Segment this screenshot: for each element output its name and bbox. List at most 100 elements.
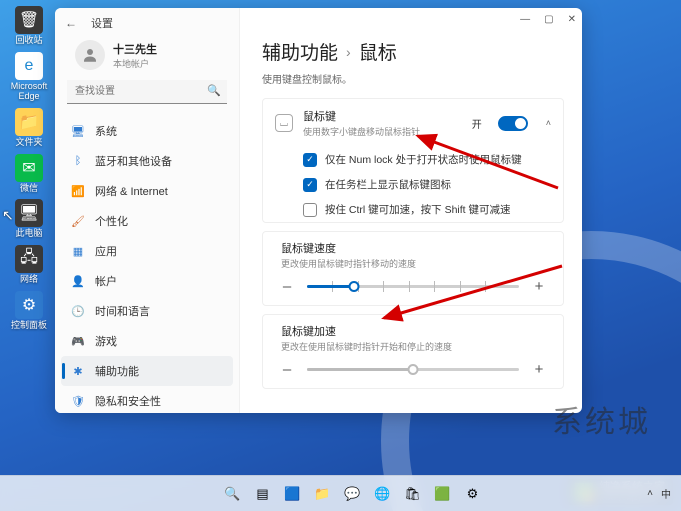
desktop-icon-label: Microsoft Edge bbox=[6, 82, 52, 102]
sidebar-item-1[interactable]: ᛒ蓝牙和其他设备 bbox=[61, 146, 233, 176]
sidebar-item-5[interactable]: 👤 帐户 bbox=[61, 266, 233, 296]
chevron-right-icon: › bbox=[346, 44, 351, 60]
taskbar: 🔍 ▤ 🟦 📁 💬 🌐 🛍 🟩 ⚙ ˄ 中 bbox=[0, 475, 681, 511]
edge-icon[interactable]: 🌐 bbox=[371, 482, 395, 506]
start-button[interactable] bbox=[197, 485, 215, 503]
desktop-icon-label: 控制面板 bbox=[6, 321, 52, 331]
page-subtitle: 使用键盘控制鼠标。 bbox=[262, 71, 564, 86]
nav-icon: 🖌 bbox=[71, 215, 85, 228]
breadcrumb-parent[interactable]: 辅助功能 bbox=[262, 38, 338, 65]
widgets-icon[interactable]: 🟦 bbox=[281, 482, 305, 506]
desktop-glyph-icon: 📁 bbox=[15, 108, 43, 136]
mouse-keys-card: ⌴ 鼠标键 使用数字小键盘移动鼠标指针 开 ˄ ✓仅在 Num lock 处于打… bbox=[262, 98, 564, 223]
breadcrumb-current: 鼠标 bbox=[359, 38, 397, 65]
desktop-icon-label: 文件夹 bbox=[6, 138, 52, 148]
search-icon[interactable]: 🔍 bbox=[207, 84, 221, 97]
desktop-glyph-icon: e bbox=[15, 52, 43, 80]
app-title: 设置 bbox=[91, 15, 113, 31]
accel-title: 鼠标键加速 bbox=[281, 323, 545, 339]
desktop-glyph-icon: ⚙ bbox=[15, 291, 43, 319]
option-label: 仅在 Num lock 处于打开状态时使用鼠标键 bbox=[325, 152, 522, 167]
option-label: 按住 Ctrl 键可加速，按下 Shift 键可减速 bbox=[325, 202, 511, 217]
sidebar: ← 设置 十三先生 本地帐户 🔍 🖥系统ᛒ蓝牙和其他设备 📶 网络 & Intern… bbox=[55, 8, 240, 413]
desktop-glyph-icon: 🖥 bbox=[15, 199, 43, 227]
task-view-icon[interactable]: ▤ bbox=[251, 482, 275, 506]
mouse-keys-title: 鼠标键 bbox=[303, 108, 462, 124]
window-controls: — ▢ ✕ bbox=[520, 14, 576, 25]
desktop-icon-0[interactable]: 🗑 回收站 bbox=[6, 6, 52, 46]
sidebar-item-3[interactable]: 🖌 个性化 bbox=[61, 206, 233, 236]
mouse-keys-option-0[interactable]: ✓ 仅在 Num lock 处于打开状态时使用鼠标键 bbox=[263, 147, 563, 172]
speed-slider[interactable] bbox=[307, 285, 519, 288]
nav-label: 隐私和安全性 bbox=[95, 393, 161, 409]
profile-name: 十三先生 bbox=[113, 41, 157, 57]
nav-icon: ✱ bbox=[71, 365, 85, 378]
nav-icon: 📶 bbox=[71, 185, 85, 198]
pinned-app-icon[interactable]: 🟩 bbox=[431, 482, 455, 506]
desktop-icon-label: 回收站 bbox=[6, 36, 52, 46]
sidebar-item-7[interactable]: 🎮游戏 bbox=[61, 326, 233, 356]
desktop-glyph-icon: 🖧 bbox=[15, 245, 43, 273]
mouse-icon: ⌴ bbox=[275, 114, 293, 132]
desktop-icon-5[interactable]: 🖧 网络 bbox=[6, 245, 52, 285]
expand-chevron-icon[interactable]: ˄ bbox=[546, 118, 551, 128]
nav-list: 🖥系统ᛒ蓝牙和其他设备 📶 网络 & Internet 🖌 个性化 ▦应用 👤 帐户 🕒时间和语… bbox=[55, 114, 239, 413]
mouse-keys-option-2[interactable]: 按住 Ctrl 键可加速，按下 Shift 键可减速 bbox=[263, 197, 563, 222]
toggle-state-label: 开 bbox=[472, 116, 482, 131]
search-box: 🔍 bbox=[67, 80, 227, 104]
system-tray: ˄ 中 bbox=[647, 486, 671, 501]
back-button[interactable]: ← bbox=[65, 16, 77, 30]
tray-ime[interactable]: 中 bbox=[661, 486, 671, 501]
profile[interactable]: 十三先生 本地帐户 bbox=[55, 38, 239, 80]
explorer-icon[interactable]: 📁 bbox=[311, 482, 335, 506]
accel-decrease-button[interactable]: – bbox=[281, 361, 293, 378]
checkbox-icon[interactable] bbox=[303, 203, 317, 217]
desktop-icon-1[interactable]: eMicrosoft Edge bbox=[6, 52, 52, 102]
close-button[interactable]: ✕ bbox=[568, 14, 576, 25]
nav-label: 帐户 bbox=[95, 273, 117, 289]
nav-label: 蓝牙和其他设备 bbox=[95, 153, 172, 169]
avatar bbox=[75, 40, 105, 70]
desktop-icon-2[interactable]: 📁 文件夹 bbox=[6, 108, 52, 148]
settings-taskbar-icon[interactable]: ⚙ bbox=[461, 482, 485, 506]
profile-account: 本地帐户 bbox=[113, 57, 157, 70]
maximize-button[interactable]: ▢ bbox=[544, 14, 553, 25]
desktop-icon-3[interactable]: ✉ 微信 bbox=[6, 154, 52, 194]
sidebar-item-6[interactable]: 🕒时间和语言 bbox=[61, 296, 233, 326]
sidebar-item-0[interactable]: 🖥系统 bbox=[61, 116, 233, 146]
sidebar-item-9[interactable]: 🛡 隐私和安全性 bbox=[61, 386, 233, 413]
nav-label: 个性化 bbox=[95, 213, 128, 229]
watermark-text: 系统城 bbox=[552, 397, 651, 441]
search-input[interactable] bbox=[67, 80, 227, 104]
taskbar-search-icon[interactable]: 🔍 bbox=[221, 482, 245, 506]
content-pane: 辅助功能 › 鼠标 使用键盘控制鼠标。 ⌴ 鼠标键 使用数字小键盘移动鼠标指针 … bbox=[240, 8, 582, 413]
desktop-icon-label: 网络 bbox=[6, 275, 52, 285]
nav-label: 辅助功能 bbox=[95, 363, 139, 379]
minimize-button[interactable]: — bbox=[520, 14, 530, 25]
checkbox-icon[interactable]: ✓ bbox=[303, 178, 317, 192]
option-label: 在任务栏上显示鼠标键图标 bbox=[325, 177, 451, 192]
nav-label: 网络 & Internet bbox=[95, 183, 168, 199]
sidebar-item-8[interactable]: ✱ 辅助功能 bbox=[61, 356, 233, 386]
nav-icon: 👤 bbox=[71, 275, 85, 288]
desktop-glyph-icon: ✉ bbox=[15, 154, 43, 182]
desktop-glyph-icon: 🗑 bbox=[15, 6, 43, 34]
mouse-keys-option-1[interactable]: ✓ 在任务栏上显示鼠标键图标 bbox=[263, 172, 563, 197]
desktop-icon-label: 微信 bbox=[6, 184, 52, 194]
nav-icon: 🛡 bbox=[71, 395, 85, 408]
sidebar-item-4[interactable]: ▦应用 bbox=[61, 236, 233, 266]
accel-desc: 更改在使用鼠标键时指针开始和停止的速度 bbox=[281, 340, 545, 353]
sidebar-item-2[interactable]: 📶 网络 & Internet bbox=[61, 176, 233, 206]
chat-icon[interactable]: 💬 bbox=[341, 482, 365, 506]
checkbox-icon[interactable]: ✓ bbox=[303, 153, 317, 167]
speed-decrease-button[interactable]: – bbox=[281, 278, 293, 295]
accel-increase-button[interactable]: + bbox=[533, 361, 545, 378]
mouse-keys-toggle[interactable] bbox=[498, 116, 528, 131]
breadcrumb: 辅助功能 › 鼠标 bbox=[262, 38, 564, 65]
speed-increase-button[interactable]: + bbox=[533, 278, 545, 295]
tray-chevron-icon[interactable]: ˄ bbox=[647, 488, 653, 499]
store-icon[interactable]: 🛍 bbox=[401, 482, 425, 506]
desktop-icon-6[interactable]: ⚙ 控制面板 bbox=[6, 291, 52, 331]
accel-slider[interactable] bbox=[307, 368, 519, 371]
accel-card: 鼠标键加速 更改在使用鼠标键时指针开始和停止的速度 – + bbox=[262, 314, 564, 389]
